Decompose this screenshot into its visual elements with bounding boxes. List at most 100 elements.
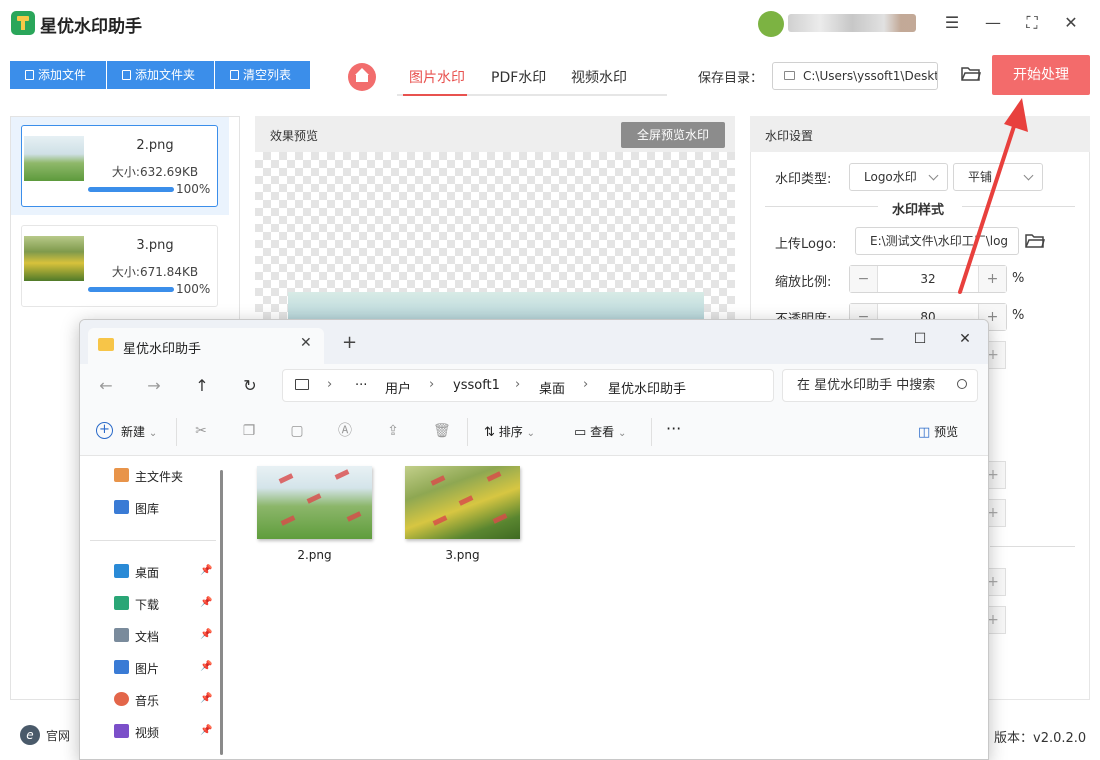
tab-pdf-watermark[interactable]: PDF水印 — [491, 67, 546, 87]
file-size: 大小:671.84KB — [111, 265, 199, 279]
divider — [90, 540, 216, 541]
website-link[interactable]: 官网 — [46, 727, 70, 744]
sidebar-item-label: 视频 — [135, 726, 160, 740]
file-name: 3.png — [136, 238, 174, 253]
desktop-icon — [114, 564, 129, 578]
close-tab-icon[interactable]: ✕ — [300, 335, 312, 351]
breadcrumb-item[interactable]: 星优水印助手 — [608, 378, 686, 397]
sidebar-item-label: 主文件夹 — [135, 470, 184, 484]
pin-icon[interactable]: 📌 — [200, 629, 212, 640]
fullscreen-preview-button[interactable]: 全屏预览水印 — [621, 122, 725, 148]
pin-icon[interactable]: 📌 — [200, 597, 212, 608]
forward-arrow-icon[interactable]: → — [142, 376, 166, 396]
preview-pane-button[interactable]: ◫ 预览 — [918, 423, 958, 440]
document-icon — [114, 628, 129, 642]
trash-icon — [230, 70, 239, 80]
website-icon[interactable]: e — [20, 725, 40, 745]
watermark-mark — [278, 473, 294, 484]
minimize-button[interactable]: — — [980, 10, 1006, 36]
maximize-button[interactable]: ☐ — [905, 326, 935, 352]
folder-icon — [784, 71, 795, 80]
up-arrow-icon[interactable]: ↑ — [190, 376, 214, 396]
breadcrumb-item[interactable]: 桌面 — [539, 378, 565, 397]
folder-icon — [98, 338, 114, 351]
pin-icon[interactable]: 📌 — [200, 725, 212, 736]
save-path-value: C:\Users\yssoft1\Desktop — [803, 69, 937, 83]
explorer-tab-bar: 星优水印助手 ✕ + — ☐ ✕ — [80, 320, 988, 364]
file-name: 2.png — [136, 138, 174, 153]
file-item[interactable]: 2.png 大小:632.69KB 100% — [21, 125, 218, 207]
preview-title: 效果预览 — [270, 129, 319, 143]
annotation-arrow — [958, 98, 1028, 294]
settings-header: 水印设置 — [750, 116, 1090, 152]
minimize-button[interactable]: — — [862, 326, 892, 352]
pin-icon[interactable]: 📌 — [200, 693, 212, 704]
user-avatar[interactable] — [758, 11, 784, 37]
delete-icon[interactable]: 🗑 — [433, 423, 451, 439]
breadcrumb-more[interactable]: ··· — [355, 378, 367, 393]
maximize-button[interactable]: ⛶ — [1019, 10, 1045, 36]
search-input[interactable]: 在 星优水印助手 中搜索 — [782, 369, 978, 402]
pin-icon[interactable]: 📌 — [200, 565, 212, 576]
add-folder-button[interactable]: 添加文件夹 — [107, 61, 214, 89]
explorer-file-area: 2.png 3.png — [230, 456, 988, 759]
tab-image-watermark[interactable]: 图片水印 — [409, 67, 465, 87]
close-button[interactable]: ✕ — [950, 326, 980, 352]
file-thumbnail — [24, 136, 84, 181]
settings-title: 水印设置 — [765, 129, 814, 143]
breadcrumb[interactable]: › ··· 用户 › yssoft1 › 桌面 › 星优水印助手 — [282, 369, 774, 402]
settings-sliders-icon[interactable]: ☰ — [939, 10, 965, 36]
version-text: 版本：v2.0.2.0 — [994, 731, 1087, 746]
tab-video-watermark[interactable]: 视频水印 — [571, 67, 627, 87]
breadcrumb-item[interactable]: 用户 — [385, 378, 411, 397]
preview-pane-icon: ◫ — [918, 425, 931, 440]
breadcrumb-separator: › — [583, 377, 589, 392]
watermark-mark — [432, 515, 448, 526]
back-arrow-icon[interactable]: ← — [94, 376, 118, 396]
cut-icon[interactable]: ✂ — [193, 423, 209, 439]
sidebar-scrollbar[interactable] — [220, 470, 223, 755]
share-icon[interactable]: ⇪ — [385, 423, 401, 439]
sidebar-item-label: 下载 — [135, 598, 160, 612]
save-path-field[interactable]: C:\Users\yssoft1\Desktop — [772, 62, 938, 90]
music-icon — [114, 692, 129, 706]
copy-icon[interactable]: ❐ — [241, 423, 257, 439]
divider — [467, 418, 468, 446]
rename-icon[interactable]: Ⓐ — [337, 423, 353, 439]
blurred-user-name — [788, 14, 916, 32]
watermark-mark — [430, 475, 446, 486]
file-name: 2.png — [297, 548, 332, 562]
sort-button[interactable]: ⇅ 排序 ⌄ — [484, 423, 535, 440]
file-item[interactable]: 3.png — [405, 466, 521, 566]
watermark-mark — [458, 495, 474, 506]
more-options-icon[interactable]: ··· — [666, 419, 681, 438]
file-item[interactable]: 3.png 大小:671.84KB 100% — [21, 225, 218, 307]
new-button[interactable]: 新建 ⌄ — [121, 423, 157, 440]
watermark-mark — [306, 493, 322, 504]
breadcrumb-item[interactable]: yssoft1 — [453, 378, 500, 393]
view-label: 查看 — [590, 425, 615, 439]
start-processing-button[interactable]: 开始处理 — [992, 55, 1090, 95]
clear-list-button[interactable]: 清空列表 — [215, 61, 310, 89]
file-thumbnail — [257, 466, 372, 539]
folder-icon — [122, 70, 131, 80]
new-icon: + — [96, 422, 113, 439]
pictures-icon — [114, 660, 129, 674]
progress-text: 100% — [176, 182, 211, 196]
new-tab-icon[interactable]: + — [342, 332, 357, 353]
pin-icon[interactable]: 📌 — [200, 661, 212, 672]
explorer-tab[interactable]: 星优水印助手 ✕ — [88, 328, 324, 364]
home-button[interactable] — [348, 63, 376, 91]
breadcrumb-separator: › — [429, 377, 435, 392]
file-item[interactable]: 2.png — [257, 466, 373, 566]
add-file-button[interactable]: 添加文件 — [10, 61, 106, 89]
close-button[interactable]: ✕ — [1058, 10, 1084, 36]
paste-icon[interactable]: ▢ — [289, 423, 305, 439]
sidebar-item-label: 文档 — [135, 630, 160, 644]
sidebar-item-label: 桌面 — [135, 566, 160, 580]
refresh-icon[interactable]: ↻ — [238, 376, 262, 396]
home-icon — [114, 468, 129, 482]
view-button[interactable]: ▭ 查看 ⌄ — [574, 423, 626, 440]
browse-folder-icon[interactable] — [961, 66, 981, 82]
tab-active-indicator — [403, 94, 467, 96]
